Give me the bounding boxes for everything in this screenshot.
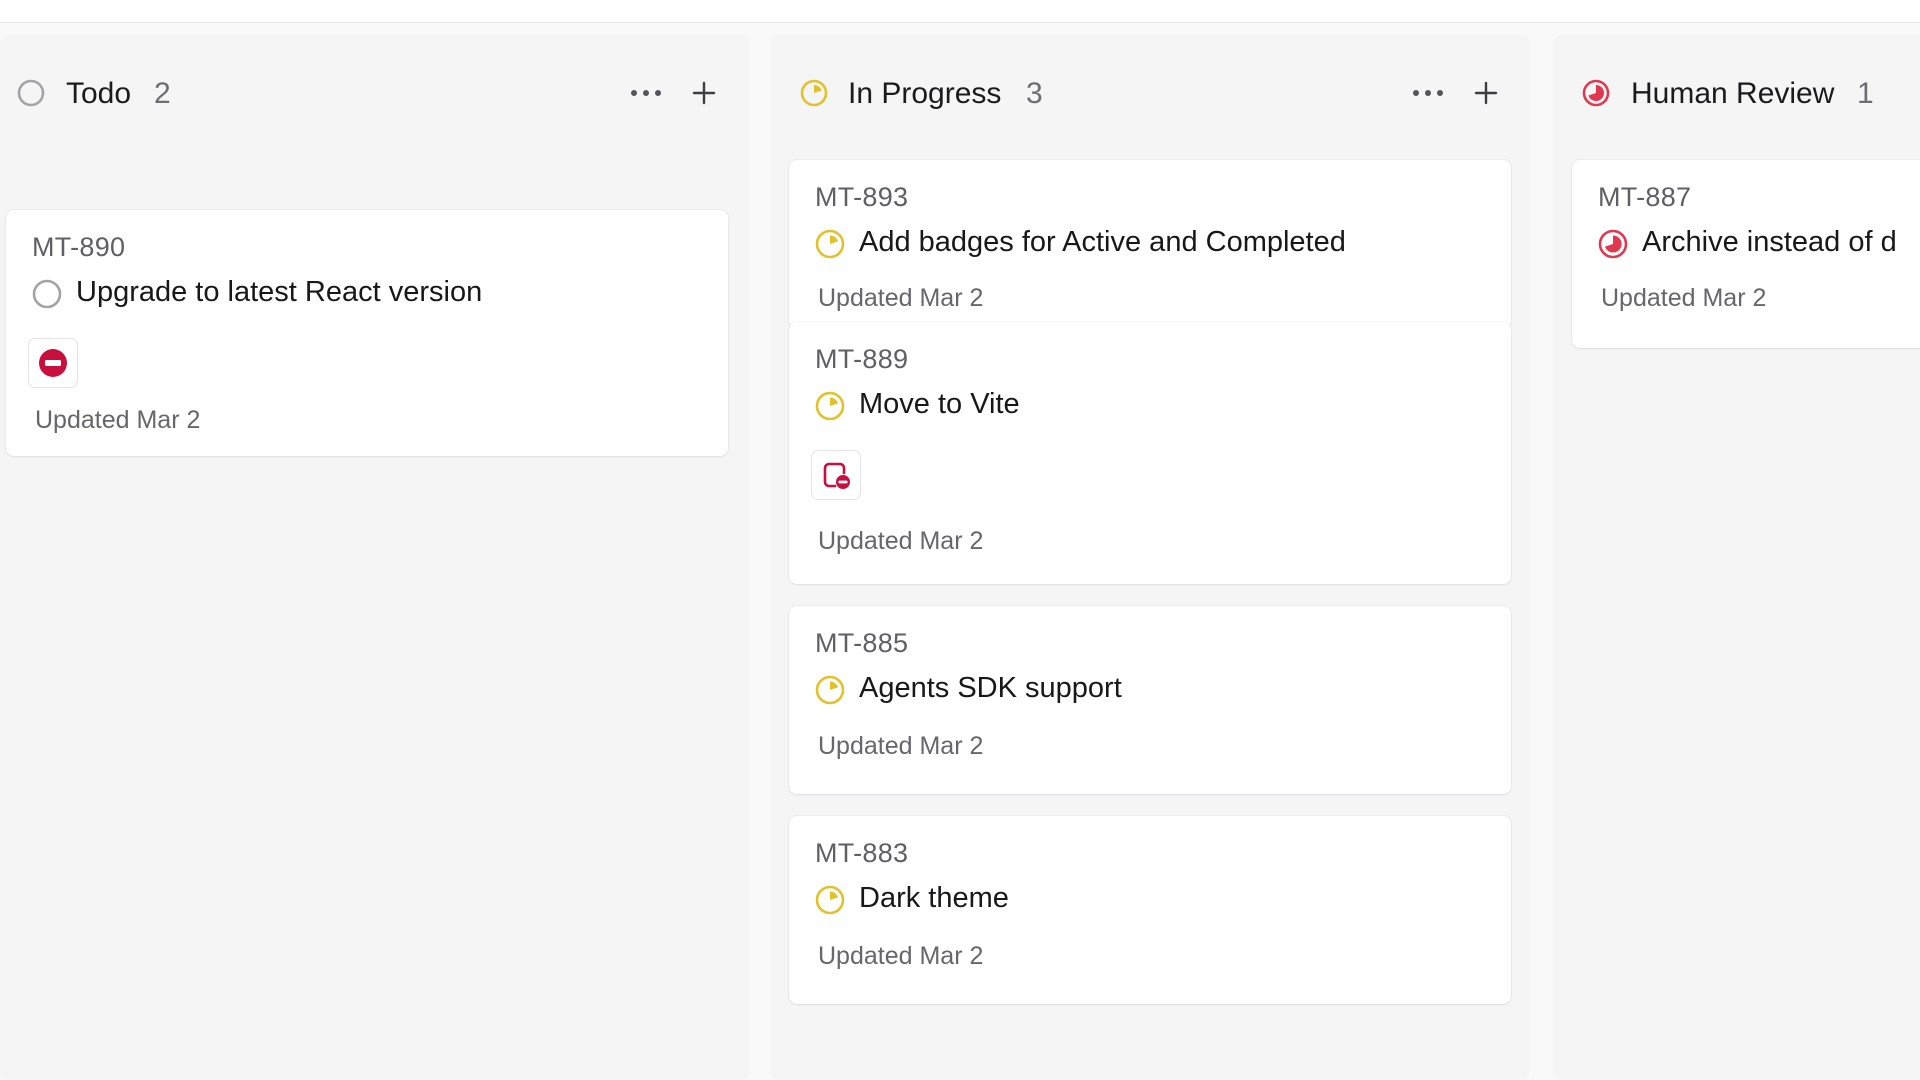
- column-title: In Progress: [848, 77, 1002, 110]
- in-progress-icon[interactable]: [815, 885, 845, 915]
- issue-id: MT-887: [1598, 182, 1692, 212]
- issue-title: Dark theme: [859, 882, 1009, 914]
- in-progress-icon[interactable]: [815, 391, 845, 421]
- column-header-human-review: Human Review 1: [1553, 71, 1920, 115]
- issue-title-row: Archive instead of d: [1598, 226, 1920, 262]
- top-bar: [0, 0, 1920, 23]
- blocked-document-icon: [823, 462, 850, 489]
- plus-icon: [1474, 81, 1498, 105]
- issue-card[interactable]: MT-887 Archive instead of d Updated Mar …: [1572, 160, 1920, 348]
- column-in-progress: In Progress 3 MT-893 Add badges for Acti…: [770, 35, 1530, 1080]
- plus-icon: [692, 81, 716, 105]
- issue-card[interactable]: MT-893 Add badges for Active and Complet…: [789, 160, 1511, 328]
- column-count: 3: [1026, 77, 1043, 110]
- blocked-document-badge[interactable]: [811, 450, 861, 500]
- issue-id: MT-893: [815, 182, 909, 212]
- in-progress-icon[interactable]: [815, 229, 845, 259]
- column-add-button[interactable]: [686, 75, 722, 111]
- todo-circle-icon: [17, 79, 45, 107]
- issue-title: Agents SDK support: [859, 672, 1122, 704]
- issue-title-row: Upgrade to latest React version: [32, 276, 712, 312]
- more-horizontal-icon: [1413, 90, 1443, 96]
- column-header-todo: Todo 2: [0, 71, 750, 115]
- in-progress-icon: [800, 79, 828, 107]
- issue-updated: Updated Mar 2: [1601, 284, 1767, 312]
- issue-id: MT-885: [815, 628, 909, 658]
- blocked-badge[interactable]: [28, 338, 78, 388]
- issue-title: Add badges for Active and Completed: [859, 226, 1346, 258]
- issue-updated: Updated Mar 2: [818, 284, 984, 312]
- issue-updated: Updated Mar 2: [35, 406, 201, 434]
- issue-title-row: Move to Vite: [815, 388, 1495, 424]
- issue-id: MT-890: [32, 232, 126, 262]
- column-count: 1: [1857, 77, 1874, 110]
- issue-card[interactable]: MT-885 Agents SDK support Updated Mar 2: [789, 606, 1511, 794]
- issue-title: Move to Vite: [859, 388, 1020, 420]
- issue-title: Upgrade to latest React version: [76, 276, 483, 308]
- issue-id: MT-883: [815, 838, 909, 868]
- in-progress-icon[interactable]: [815, 675, 845, 705]
- column-more-button[interactable]: [1410, 75, 1446, 111]
- issue-card[interactable]: MT-883 Dark theme Updated Mar 2: [789, 816, 1511, 1004]
- issue-card[interactable]: MT-890 Upgrade to latest React version U…: [6, 210, 728, 456]
- human-review-icon[interactable]: [1598, 229, 1628, 259]
- column-header-in-progress: In Progress 3: [770, 71, 1530, 115]
- kanban-board: Todo 2 MT-890 Upgrade to latest React ve…: [0, 23, 1920, 1080]
- issue-card[interactable]: MT-889 Move to Vite Updated Mar 2: [789, 322, 1511, 584]
- issue-title-row: Dark theme: [815, 882, 1495, 918]
- column-count: 2: [154, 77, 171, 110]
- human-review-icon: [1582, 79, 1610, 107]
- issue-updated: Updated Mar 2: [818, 732, 984, 760]
- issue-title: Archive instead of d: [1642, 226, 1897, 258]
- column-todo: Todo 2 MT-890 Upgrade to latest React ve…: [0, 35, 750, 1080]
- blocked-icon: [39, 349, 67, 377]
- column-add-button[interactable]: [1468, 75, 1504, 111]
- todo-circle-icon[interactable]: [32, 279, 62, 309]
- issue-title-row: Agents SDK support: [815, 672, 1495, 708]
- column-more-button[interactable]: [628, 75, 664, 111]
- more-horizontal-icon: [631, 90, 661, 96]
- column-human-review: Human Review 1 MT-887 Archive instead of…: [1553, 35, 1920, 1080]
- issue-updated: Updated Mar 2: [818, 942, 984, 970]
- issue-title-row: Add badges for Active and Completed: [815, 226, 1495, 262]
- issue-updated: Updated Mar 2: [818, 527, 984, 555]
- column-title: Human Review: [1631, 77, 1835, 110]
- issue-id: MT-889: [815, 344, 909, 374]
- column-title: Todo: [66, 77, 132, 110]
